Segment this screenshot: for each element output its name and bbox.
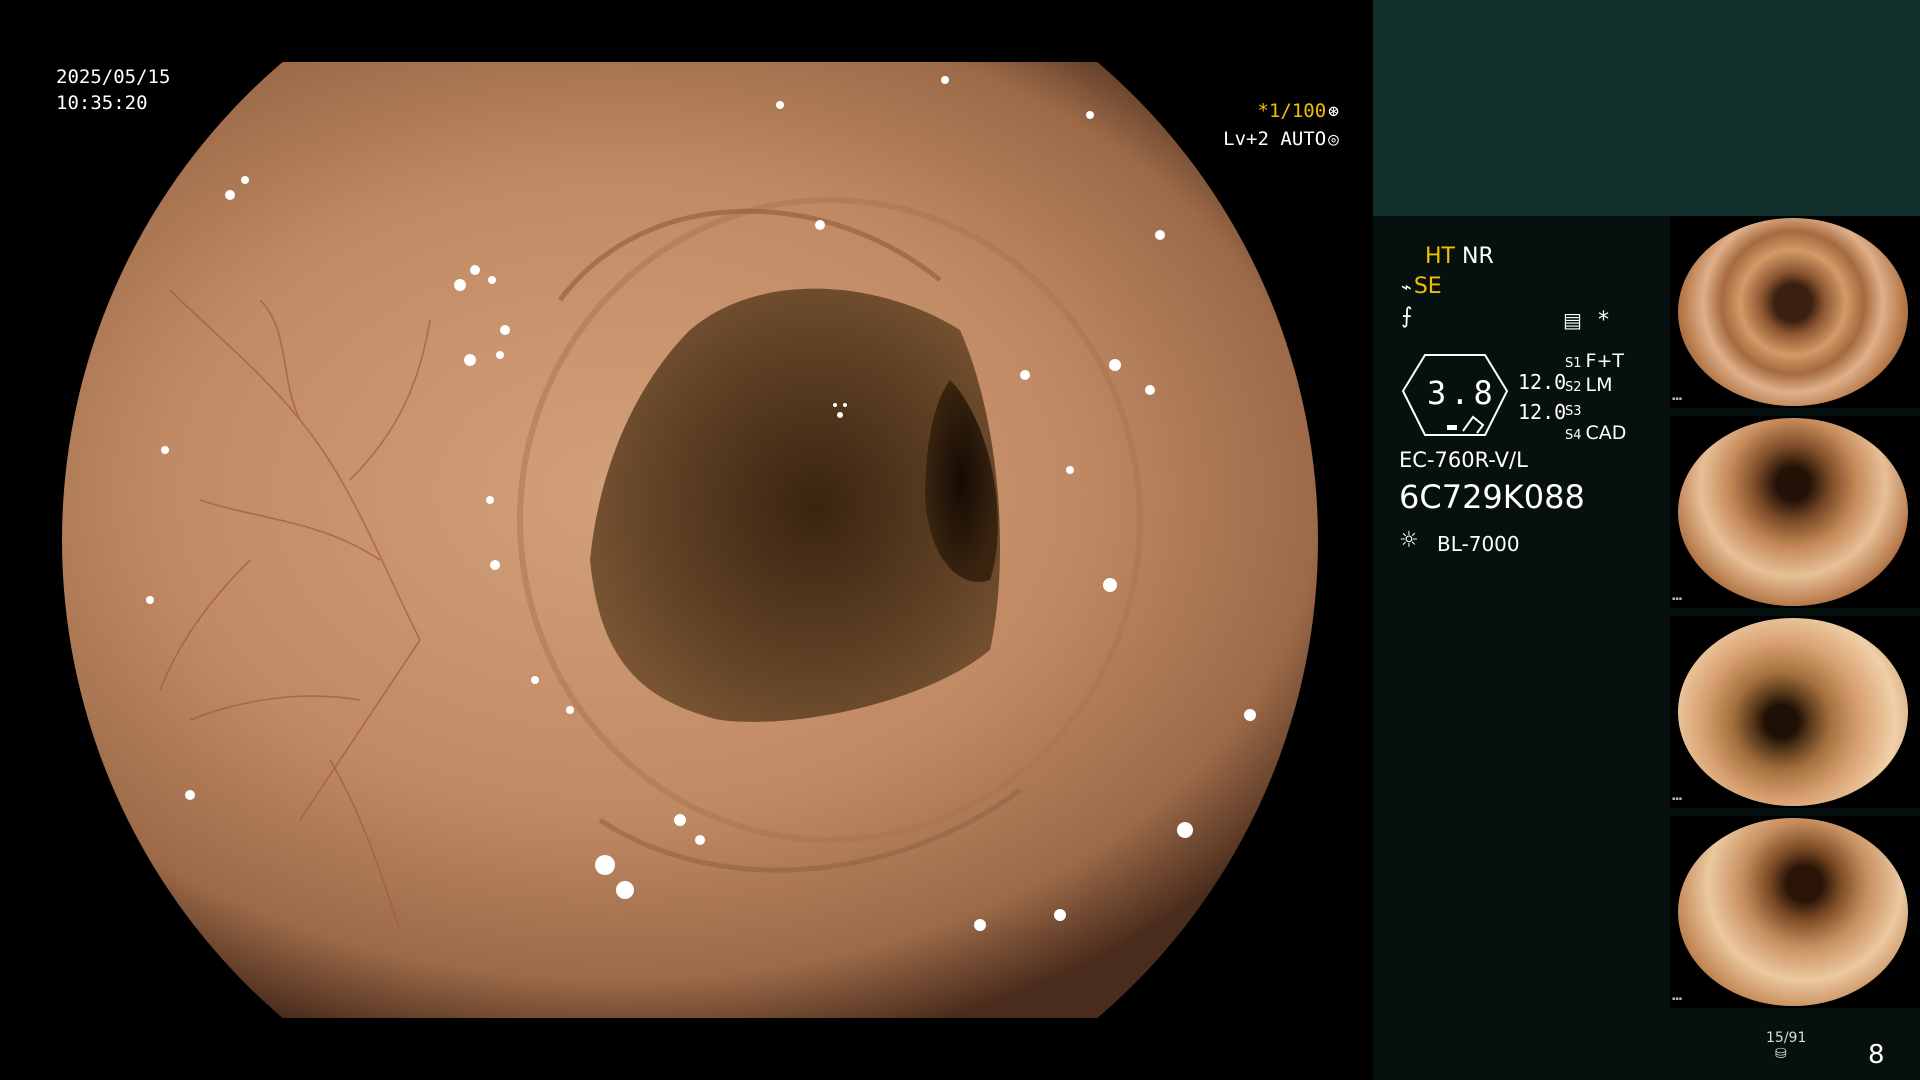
light-source-model: BL-7000: [1437, 532, 1520, 556]
thumbnail-meta: ▪▪▪: [1672, 796, 1683, 802]
s1-value: F+T: [1585, 350, 1624, 372]
thumbnail-meta: ▪▪▪: [1672, 996, 1683, 1002]
shutter-value: *1/100: [1257, 100, 1327, 122]
switch-s2: S2 LM: [1565, 374, 1613, 396]
iris-indicator: Lv+2 AUTO ◎: [1223, 128, 1339, 150]
s3-label: S3: [1565, 404, 1582, 419]
enhancement-icon: ▤: [1563, 308, 1582, 332]
image-counter: 15/91: [1766, 1030, 1807, 1046]
star-marker: *: [1598, 308, 1609, 333]
s1-label: S1: [1565, 356, 1582, 371]
gauge-value: 3.8: [1427, 374, 1497, 412]
s2-value: LM: [1585, 374, 1613, 396]
s4-label: S4: [1565, 428, 1582, 443]
tone-curve-icon: ⨍: [1401, 304, 1413, 329]
thumbnail-2[interactable]: ▪▪▪: [1670, 416, 1920, 608]
scope-serial: 6C729K088: [1399, 478, 1585, 516]
panel-header-area: [1373, 0, 1920, 216]
value-top: 12.0: [1518, 370, 1567, 394]
switch-s3: S3: [1565, 398, 1586, 420]
switch-s4: S4 CAD: [1565, 422, 1626, 444]
value-bottom: 12.0: [1518, 400, 1567, 424]
level-value: Lv+2: [1223, 128, 1269, 150]
datetime: 2025/05/15 10:35:20: [56, 64, 170, 116]
thumbnail-meta: ▪▪▪: [1672, 596, 1683, 602]
scope-model: EC-760R-V/L: [1399, 448, 1528, 472]
se-label: SE: [1413, 274, 1442, 299]
ht-label: HT: [1425, 244, 1455, 269]
mode-value: AUTO: [1280, 128, 1327, 150]
se-status: ⌁SE: [1401, 274, 1442, 299]
storage-icon: ⛁: [1775, 1046, 1787, 1062]
time-text: 10:35:20: [56, 92, 148, 114]
structure-icon: ⌁: [1401, 277, 1412, 298]
thumbnail-3[interactable]: ▪▪▪: [1670, 616, 1920, 808]
ht-nr-status: HT NR: [1425, 244, 1494, 269]
nr-label: NR: [1461, 244, 1494, 269]
shutter-indicator: *1/100 ⊛: [1258, 100, 1339, 122]
s4-value: CAD: [1585, 422, 1627, 444]
date-text: 2025/05/15: [56, 66, 171, 88]
thumbnail-meta: ▪▪▪: [1672, 396, 1683, 402]
thumbnail-1[interactable]: ▪▪▪: [1670, 216, 1920, 408]
page-number: 8: [1868, 1040, 1885, 1070]
aperture-icon: ⊛: [1328, 101, 1339, 122]
endoscope-image: [62, 62, 1318, 1018]
thumbnail-4[interactable]: ▪▪▪: [1670, 816, 1920, 1008]
endoscope-view: 2025/05/15 10:35:20 *1/100 ⊛ Lv+2 AUTO ◎: [0, 0, 1373, 1080]
switch-s1: S1 F+T: [1565, 350, 1624, 372]
s2-label: S2: [1565, 380, 1582, 395]
auto-iris-icon: ◎: [1328, 129, 1339, 150]
light-source-icon: ☼: [1399, 528, 1419, 553]
